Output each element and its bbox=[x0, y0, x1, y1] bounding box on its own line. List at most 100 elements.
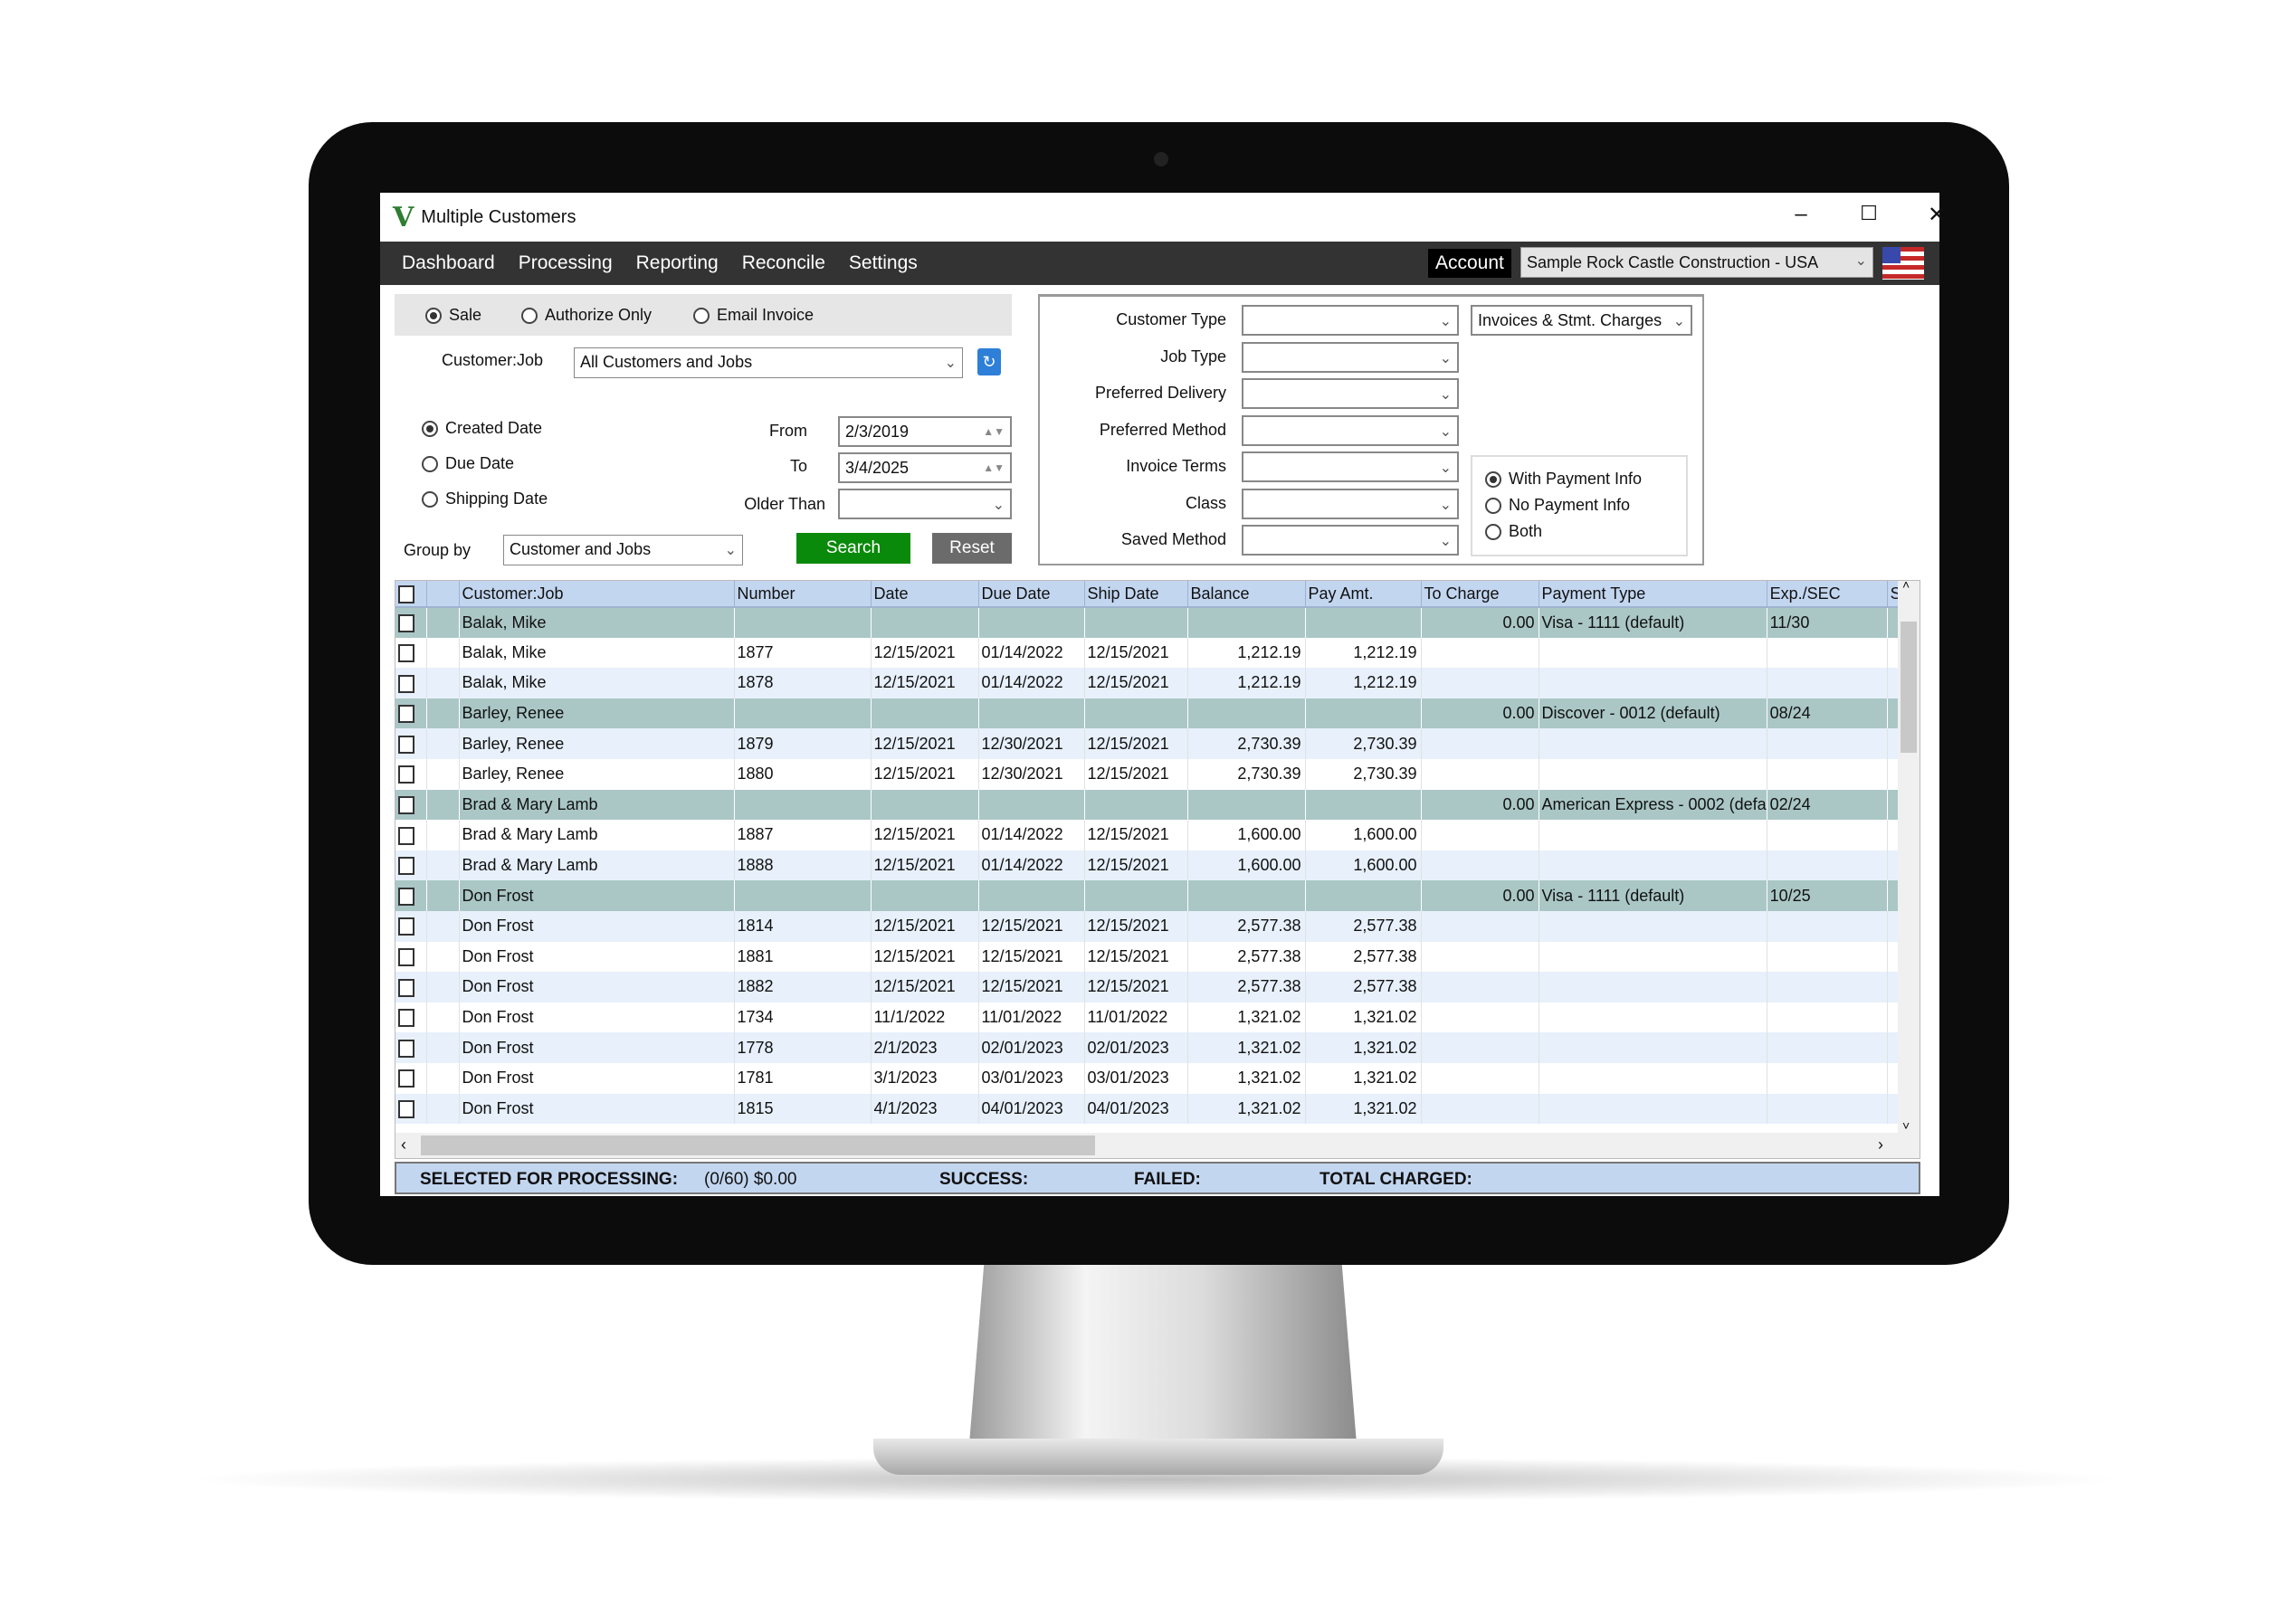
table-row[interactable]: Don Frost 1734 11/1/2022 11/01/2022 11/01/20… bbox=[395, 1002, 1902, 1033]
maximize-icon[interactable]: ☐ bbox=[1846, 202, 1891, 225]
horizontal-scrollbar[interactable]: ‹ › bbox=[395, 1133, 1920, 1158]
column-header[interactable]: Customer:Job bbox=[459, 581, 735, 608]
spinner-icon[interactable]: ▲▼ bbox=[983, 425, 1005, 438]
table-row[interactable]: Balak, Mike 1877 12/15/2021 01/14/2022 12/15… bbox=[395, 637, 1902, 669]
cell-exp bbox=[1767, 1062, 1888, 1094]
group-row[interactable]: Brad & Mary Lamb 0.00 American Express - 0… bbox=[395, 789, 1902, 821]
invoice-terms-select[interactable]: ⌄ bbox=[1242, 451, 1459, 482]
row-checkbox[interactable] bbox=[398, 978, 414, 997]
group-row[interactable]: Balak, Mike 0.00 Visa - 1111 (default) 11/3… bbox=[395, 607, 1902, 638]
search-button[interactable]: Search bbox=[796, 533, 910, 564]
class-select[interactable]: ⌄ bbox=[1242, 488, 1459, 519]
refresh-icon[interactable]: ↻ bbox=[977, 348, 1001, 375]
us-flag-icon[interactable] bbox=[1882, 247, 1924, 280]
menu-processing[interactable]: Processing bbox=[519, 252, 613, 274]
column-header[interactable]: Exp./SEC bbox=[1767, 581, 1888, 608]
scroll-thumb[interactable] bbox=[421, 1135, 1095, 1155]
saved-method-select[interactable]: ⌄ bbox=[1242, 525, 1459, 556]
reset-button[interactable]: Reset bbox=[932, 533, 1012, 564]
close-icon[interactable]: ✕ bbox=[1914, 202, 1959, 228]
table-row[interactable]: Don Frost 1814 12/15/2021 12/15/2021 12/15/2… bbox=[395, 910, 1902, 942]
preferred-delivery-select[interactable]: ⌄ bbox=[1242, 378, 1459, 409]
row-checkbox[interactable] bbox=[398, 1009, 414, 1028]
row-checkbox[interactable] bbox=[398, 1039, 414, 1058]
scroll-down-icon[interactable]: ˅ bbox=[1902, 1118, 1910, 1133]
chevron-down-icon: ⌄ bbox=[1439, 387, 1452, 403]
row-checkbox[interactable] bbox=[398, 1099, 414, 1118]
select-all-checkbox[interactable] bbox=[398, 584, 414, 603]
column-header[interactable]: Ship Date bbox=[1084, 581, 1188, 608]
spinner-icon[interactable]: ▲▼ bbox=[983, 461, 1005, 474]
cell-customer: Balak, Mike bbox=[459, 637, 735, 669]
vertical-scrollbar[interactable]: ˄ ˅ bbox=[1898, 581, 1920, 1133]
menu-reconcile[interactable]: Reconcile bbox=[742, 252, 825, 274]
chevron-down-icon: ⌄ bbox=[992, 498, 1005, 513]
scroll-thumb[interactable] bbox=[1901, 622, 1917, 753]
table-row[interactable]: Barley, Renee 1879 12/15/2021 12/30/2021 12/… bbox=[395, 728, 1902, 759]
scroll-right-icon[interactable]: › bbox=[1878, 1135, 1883, 1154]
row-checkbox[interactable] bbox=[398, 917, 414, 936]
radio-no-payment-info[interactable]: No Payment Info bbox=[1485, 496, 1630, 515]
radio-authorize-only[interactable]: Authorize Only bbox=[521, 306, 652, 325]
row-checkbox[interactable] bbox=[398, 947, 414, 966]
radio-both[interactable]: Both bbox=[1485, 522, 1542, 541]
cell-date: 12/15/2021 bbox=[871, 910, 979, 942]
menu-settings[interactable]: Settings bbox=[849, 252, 918, 274]
table-row[interactable]: Don Frost 1882 12/15/2021 12/15/2021 12/15/2… bbox=[395, 972, 1902, 1002]
radio-sale[interactable]: Sale bbox=[425, 306, 481, 325]
menu-reporting[interactable]: Reporting bbox=[636, 252, 719, 274]
cell-ship: 04/01/2023 bbox=[1084, 1093, 1188, 1125]
row-checkbox[interactable] bbox=[398, 857, 414, 876]
radio-email-invoice[interactable]: Email Invoice bbox=[693, 306, 814, 325]
table-row[interactable]: Brad & Mary Lamb 1887 12/15/2021 01/14/2022… bbox=[395, 820, 1902, 850]
from-date-picker[interactable]: 2/3/2019 ▲▼ bbox=[838, 416, 1012, 447]
document-type-select[interactable]: Invoices & Stmt. Charges ⌄ bbox=[1471, 305, 1692, 336]
menu-dashboard[interactable]: Dashboard bbox=[402, 252, 495, 274]
radio-due-date[interactable]: Due Date bbox=[422, 454, 514, 473]
column-header[interactable]: To Charge bbox=[1421, 581, 1539, 608]
row-checkbox[interactable] bbox=[398, 1069, 414, 1088]
cell-number bbox=[734, 698, 872, 729]
table-row[interactable]: Don Frost 1781 3/1/2023 03/01/2023 03/01/202… bbox=[395, 1062, 1902, 1094]
scroll-up-icon[interactable]: ˄ bbox=[1902, 581, 1910, 592]
column-header[interactable]: Balance bbox=[1187, 581, 1306, 608]
row-checkbox[interactable] bbox=[398, 674, 414, 693]
cell-ship: 12/15/2021 bbox=[1084, 668, 1188, 698]
older-than-select[interactable]: ⌄ bbox=[838, 489, 1012, 519]
row-checkbox[interactable] bbox=[398, 826, 414, 845]
table-row[interactable]: Don Frost 1881 12/15/2021 12/15/2021 12/15/2… bbox=[395, 941, 1902, 973]
cell-charge bbox=[1421, 1002, 1539, 1033]
column-header[interactable]: Due Date bbox=[978, 581, 1085, 608]
table-row[interactable]: Don Frost 1815 4/1/2023 04/01/2023 04/01/202… bbox=[395, 1093, 1902, 1125]
row-checkbox[interactable] bbox=[398, 644, 414, 663]
radio-with-payment-info[interactable]: With Payment Info bbox=[1485, 470, 1642, 489]
account-select[interactable]: Sample Rock Castle Construction - USA ⌄ bbox=[1520, 247, 1873, 278]
minimize-icon[interactable]: – bbox=[1778, 202, 1824, 227]
preferred-method-select[interactable]: ⌄ bbox=[1242, 414, 1459, 446]
cell-due bbox=[978, 789, 1085, 821]
row-checkbox[interactable] bbox=[398, 705, 414, 724]
row-checkbox[interactable] bbox=[398, 765, 414, 784]
customer-type-select[interactable]: ⌄ bbox=[1242, 305, 1459, 336]
radio-shipping-date[interactable]: Shipping Date bbox=[422, 489, 548, 508]
column-header[interactable]: Number bbox=[734, 581, 872, 608]
column-header[interactable]: Payment Type bbox=[1539, 581, 1767, 608]
row-checkbox[interactable] bbox=[398, 735, 414, 754]
scroll-left-icon[interactable]: ‹ bbox=[401, 1135, 406, 1154]
row-checkbox[interactable] bbox=[398, 613, 414, 632]
group-row[interactable]: Don Frost 0.00 Visa - 1111 (default) 10/25 bbox=[395, 880, 1902, 911]
row-checkbox[interactable] bbox=[398, 887, 414, 906]
group-row[interactable]: Barley, Renee 0.00 Discover - 0012 (defaul… bbox=[395, 698, 1902, 729]
column-header[interactable]: Pay Amt. bbox=[1305, 581, 1422, 608]
table-row[interactable]: Brad & Mary Lamb 1888 12/15/2021 01/14/2022… bbox=[395, 850, 1902, 881]
table-row[interactable]: Barley, Renee 1880 12/15/2021 12/30/2021 12/… bbox=[395, 758, 1902, 790]
table-row[interactable]: Don Frost 1778 2/1/2023 02/01/2023 02/01/202… bbox=[395, 1032, 1902, 1063]
to-date-picker[interactable]: 3/4/2025 ▲▼ bbox=[838, 452, 1012, 483]
customer-job-select[interactable]: All Customers and Jobs ⌄ bbox=[574, 347, 963, 378]
group-by-select[interactable]: Customer and Jobs ⌄ bbox=[503, 535, 743, 565]
table-row[interactable]: Balak, Mike 1878 12/15/2021 01/14/2022 12/15… bbox=[395, 668, 1902, 698]
column-header[interactable]: Date bbox=[871, 581, 979, 608]
radio-created-date[interactable]: Created Date bbox=[422, 419, 542, 438]
job-type-select[interactable]: ⌄ bbox=[1242, 341, 1459, 373]
row-checkbox[interactable] bbox=[398, 795, 414, 814]
